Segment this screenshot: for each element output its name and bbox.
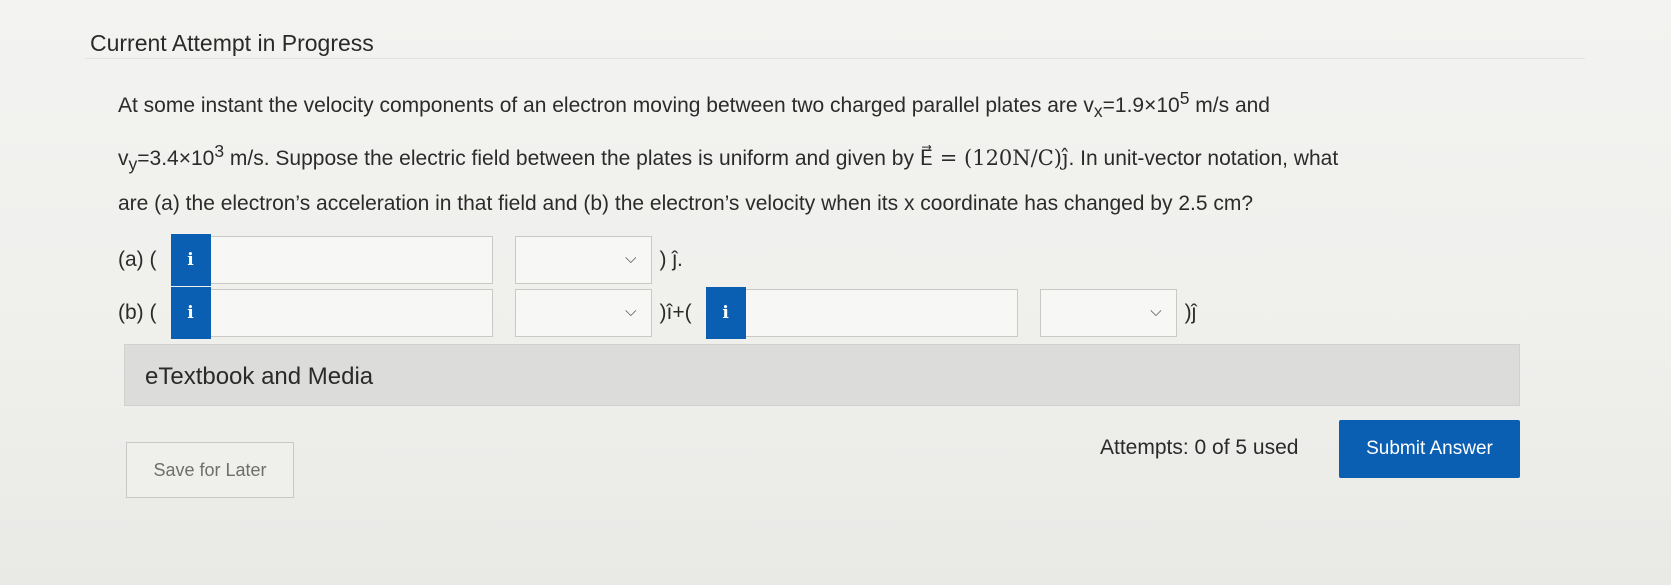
part-b-label: (b) (	[118, 301, 157, 324]
etextbook-media-section[interactable]: eTextbook and Media	[124, 344, 1520, 406]
submit-answer-button[interactable]: Submit Answer	[1339, 420, 1520, 478]
question-text-part: . In unit-vector notation, what	[1068, 147, 1339, 171]
subscript: x	[1093, 101, 1103, 122]
subscript: y	[128, 154, 138, 175]
save-for-later-button[interactable]: Save for Later	[126, 442, 294, 498]
divider	[85, 58, 1585, 59]
part-b-mid: )î+(	[659, 301, 692, 324]
part-b-suffix: )ĵ	[1184, 301, 1197, 324]
part-a-label: (a) (	[118, 248, 157, 271]
info-icon[interactable]: i	[705, 287, 746, 339]
question-text-part: m/s. Suppose the electric field between …	[224, 147, 920, 171]
page-title: Current Attempt in Progress	[90, 30, 374, 56]
part-a-suffix: ) ĵ.	[659, 248, 683, 271]
chevron-down-icon: ⌵	[625, 250, 637, 267]
field-equation: E⃗ = (120N/C)ĵ	[919, 146, 1069, 171]
question-text-part: m/s and	[1189, 94, 1270, 117]
part-b-x-unit-select[interactable]: ⌵	[514, 289, 652, 337]
chevron-down-icon: ⌵	[625, 303, 637, 320]
part-a-unit-select[interactable]: ⌵	[514, 236, 652, 284]
superscript: 3	[214, 141, 225, 162]
question-line-2: vy=3.4×103 m/s. Suppose the electric fie…	[118, 131, 1618, 184]
question-line-3: are (a) the electron’s acceleration in t…	[118, 192, 1254, 216]
info-icon[interactable]: i	[170, 234, 211, 286]
part-b-x-value-input[interactable]	[210, 289, 493, 337]
question-card: Current Attempt in Progress At some inst…	[0, 0, 1671, 585]
question-text-part: At some instant the velocity components …	[118, 94, 1094, 117]
part-b-y-unit-select[interactable]: ⌵	[1039, 289, 1177, 337]
etextbook-media-title: eTextbook and Media	[145, 363, 374, 390]
question-text-part: v	[118, 147, 129, 171]
question-line-1: At some instant the velocity components …	[118, 78, 1618, 131]
info-icon[interactable]: i	[170, 287, 211, 339]
part-b-y-value-input[interactable]	[745, 289, 1018, 337]
superscript: 5	[1179, 88, 1190, 108]
question-text-part: =3.4×10	[137, 147, 215, 171]
chevron-down-icon: ⌵	[1150, 303, 1162, 320]
question-text-part: =1.9×10	[1102, 94, 1180, 117]
attempts-counter: Attempts: 0 of 5 used	[1100, 436, 1299, 459]
question-text: At some instant the velocity components …	[118, 78, 1618, 224]
answer-row-b: (b) ( i ⌵ )î+( i ⌵ )ĵ	[118, 287, 1196, 339]
part-a-value-input[interactable]	[210, 236, 493, 284]
answer-row-a: (a) ( i ⌵ ) ĵ.	[118, 234, 683, 286]
